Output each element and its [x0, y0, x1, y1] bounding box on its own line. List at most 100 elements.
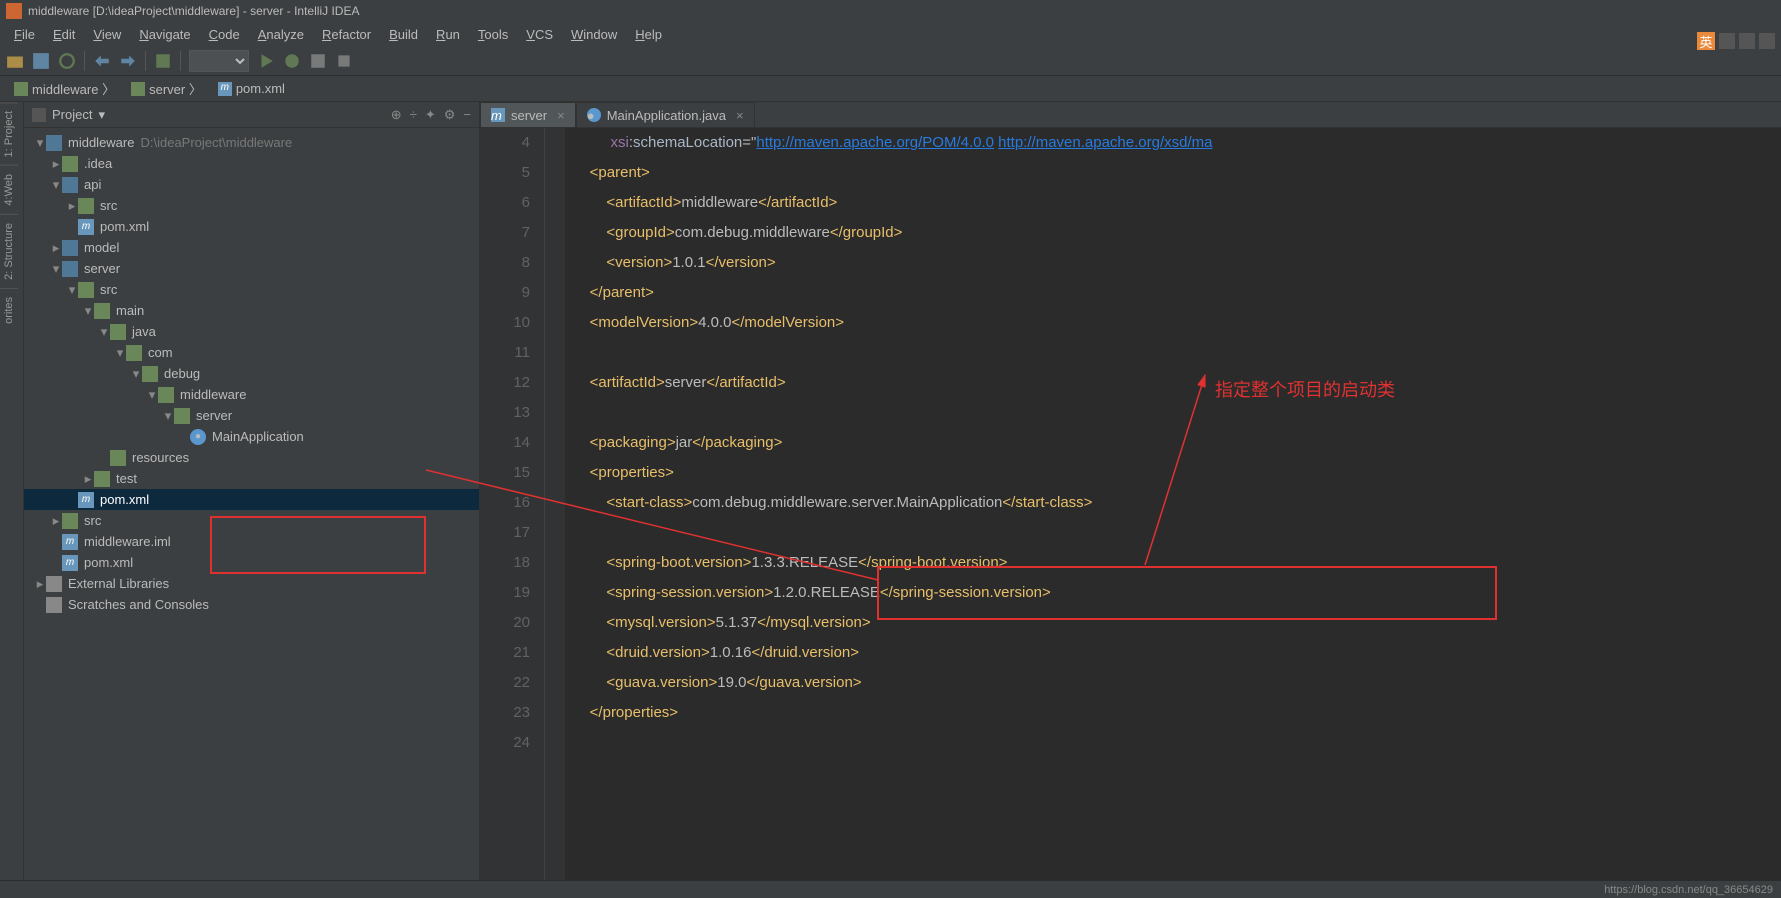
line-number: 24	[480, 728, 530, 758]
tree-node[interactable]: src	[24, 279, 479, 300]
panel-button[interactable]: ⊕	[391, 107, 402, 123]
code-line: <properties>	[573, 458, 1781, 488]
project-panel: Project ▾ ⊕÷✦⚙− middlewareD:\ideaProject…	[24, 102, 480, 880]
tray-icon[interactable]	[1759, 33, 1775, 49]
tree-node[interactable]: mmiddleware.iml	[24, 531, 479, 552]
tree-node[interactable]: mpom.xml	[24, 552, 479, 573]
code-line: xsi:schemaLocation="http://maven.apache.…	[573, 128, 1781, 158]
code-line: <packaging>jar</packaging>	[573, 428, 1781, 458]
tree-node[interactable]: main	[24, 300, 479, 321]
code-line	[573, 398, 1781, 428]
tree-node[interactable]: com	[24, 342, 479, 363]
breadcrumb-item[interactable]: middleware 〉	[6, 77, 123, 100]
tree-node[interactable]: mpom.xml	[24, 489, 479, 510]
editor-tab[interactable]: mserver×	[480, 102, 576, 127]
stop-icon[interactable]	[335, 52, 353, 70]
panel-button[interactable]: ÷	[410, 107, 417, 123]
line-number: 18	[480, 548, 530, 578]
tree-node[interactable]: model	[24, 237, 479, 258]
tree-node[interactable]: server	[24, 405, 479, 426]
line-gutter: 456789101112131415161718192021222324	[480, 128, 545, 880]
line-number: 16	[480, 488, 530, 518]
panel-button[interactable]: −	[463, 107, 471, 123]
sync-icon[interactable]	[58, 52, 76, 70]
breadcrumb-item[interactable]: server 〉	[123, 77, 210, 100]
build-icon[interactable]	[154, 52, 172, 70]
code-line: <spring-session.version>1.2.0.RELEASE</s…	[573, 578, 1781, 608]
menu-help[interactable]: Help	[627, 25, 670, 44]
tree-node[interactable]: debug	[24, 363, 479, 384]
save-icon[interactable]	[32, 52, 50, 70]
tree-node[interactable]: resources	[24, 447, 479, 468]
open-icon[interactable]	[6, 52, 24, 70]
code-line: <start-class>com.debug.middleware.server…	[573, 488, 1781, 518]
menu-build[interactable]: Build	[381, 25, 426, 44]
menu-run[interactable]: Run	[428, 25, 468, 44]
code-line: <artifactId>server</artifactId>	[573, 368, 1781, 398]
menu-refactor[interactable]: Refactor	[314, 25, 379, 44]
tree-node[interactable]: .idea	[24, 153, 479, 174]
window-title: middleware [D:\ideaProject\middleware] -…	[28, 4, 359, 18]
tray-icon[interactable]	[1719, 33, 1735, 49]
project-tree[interactable]: middlewareD:\ideaProject\middleware.idea…	[24, 128, 479, 880]
coverage-icon[interactable]	[309, 52, 327, 70]
panel-button[interactable]: ⚙	[444, 107, 456, 123]
line-number: 14	[480, 428, 530, 458]
code-line: <mysql.version>5.1.37</mysql.version>	[573, 608, 1781, 638]
undo-icon[interactable]	[93, 52, 111, 70]
panel-button[interactable]: ✦	[425, 107, 436, 123]
side-tab[interactable]: orites	[0, 288, 18, 332]
side-tab[interactable]: 4:Web	[0, 165, 18, 214]
tree-node[interactable]: api	[24, 174, 479, 195]
debug-icon[interactable]	[283, 52, 301, 70]
editor-tabs: mserver×●MainApplication.java×	[480, 102, 1781, 128]
tree-node[interactable]: Scratches and Consoles	[24, 594, 479, 615]
tree-node[interactable]: java	[24, 321, 479, 342]
menu-bar: FileEditViewNavigateCodeAnalyzeRefactorB…	[0, 22, 1781, 46]
code-content[interactable]: xsi:schemaLocation="http://maven.apache.…	[565, 128, 1781, 880]
run-config-select[interactable]	[189, 50, 249, 72]
tree-node[interactable]: src	[24, 195, 479, 216]
tree-node[interactable]: src	[24, 510, 479, 531]
app-icon	[6, 3, 22, 19]
menu-file[interactable]: File	[6, 25, 43, 44]
project-panel-title: Project	[52, 107, 92, 122]
redo-icon[interactable]	[119, 52, 137, 70]
code-line: <groupId>com.debug.middleware</groupId>	[573, 218, 1781, 248]
side-tab[interactable]: 2: Structure	[0, 214, 18, 288]
line-number: 21	[480, 638, 530, 668]
tray-icon[interactable]	[1739, 33, 1755, 49]
tree-node[interactable]: middlewareD:\ideaProject\middleware	[24, 132, 479, 153]
breadcrumb-bar: middleware 〉server 〉mpom.xml	[0, 76, 1781, 102]
line-number: 4	[480, 128, 530, 158]
menu-tools[interactable]: Tools	[470, 25, 516, 44]
line-number: 20	[480, 608, 530, 638]
tree-node[interactable]: test	[24, 468, 479, 489]
run-icon[interactable]	[257, 52, 275, 70]
line-number: 6	[480, 188, 530, 218]
menu-view[interactable]: View	[85, 25, 129, 44]
line-number: 10	[480, 308, 530, 338]
menu-vcs[interactable]: VCS	[518, 25, 561, 44]
menu-edit[interactable]: Edit	[45, 25, 83, 44]
menu-navigate[interactable]: Navigate	[131, 25, 198, 44]
line-number: 12	[480, 368, 530, 398]
tree-node[interactable]: External Libraries	[24, 573, 479, 594]
menu-analyze[interactable]: Analyze	[250, 25, 312, 44]
line-number: 5	[480, 158, 530, 188]
breadcrumb-item[interactable]: mpom.xml	[210, 79, 293, 98]
side-tab[interactable]: 1: Project	[0, 102, 18, 165]
tree-node[interactable]: ●MainApplication	[24, 426, 479, 447]
line-number: 17	[480, 518, 530, 548]
project-panel-header: Project ▾ ⊕÷✦⚙−	[24, 102, 479, 128]
tree-node[interactable]: mpom.xml	[24, 216, 479, 237]
editor-tab[interactable]: ●MainApplication.java×	[576, 102, 755, 127]
gutter-marks	[545, 128, 565, 880]
menu-window[interactable]: Window	[563, 25, 625, 44]
tree-node[interactable]: server	[24, 258, 479, 279]
tree-node[interactable]: middleware	[24, 384, 479, 405]
code-line: </properties>	[573, 698, 1781, 728]
menu-code[interactable]: Code	[201, 25, 248, 44]
tray-lang-icon[interactable]: 英	[1697, 32, 1715, 50]
editor: mserver×●MainApplication.java× 456789101…	[480, 102, 1781, 880]
